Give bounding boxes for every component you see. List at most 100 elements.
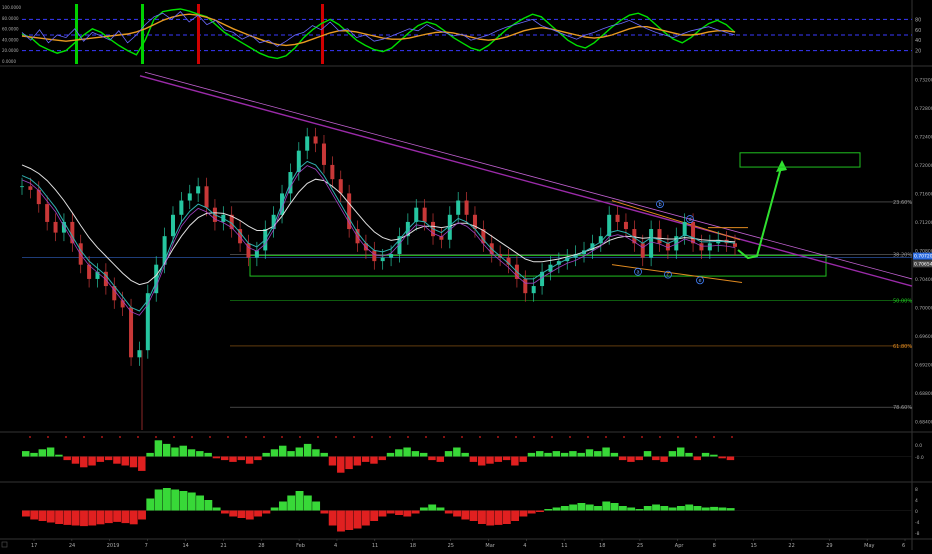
hist2-bar xyxy=(361,510,370,526)
hist1-bar xyxy=(370,456,378,464)
candle-body xyxy=(422,207,427,222)
candle-body xyxy=(657,229,662,244)
fib-level-label: 23.60% xyxy=(893,200,912,206)
hist1-bar xyxy=(660,456,668,462)
hist1-bar xyxy=(287,451,295,457)
candle-body xyxy=(20,186,24,188)
x-tick-label: 18 xyxy=(599,543,605,549)
hist2-bar xyxy=(461,510,470,520)
hist2-bar xyxy=(63,510,72,525)
hist2-bar xyxy=(113,510,122,522)
hist2-bar xyxy=(701,507,710,511)
candle-body xyxy=(682,221,687,237)
hist2-bar xyxy=(428,504,437,511)
hist2-bar xyxy=(486,510,495,526)
hist1-dot xyxy=(641,436,643,438)
hist1-dot xyxy=(191,436,193,438)
hist1-dot xyxy=(119,436,121,438)
hist1-bar xyxy=(461,452,469,457)
hist1-dot xyxy=(389,436,391,438)
hist1-bar xyxy=(320,452,328,457)
hist1-bar xyxy=(162,443,171,457)
hist1-dot xyxy=(371,436,373,438)
hist2-bar xyxy=(254,510,263,517)
hist1-bar xyxy=(569,451,577,457)
price-tick-label: 0.72800 xyxy=(915,106,932,112)
hist1-dot xyxy=(551,436,553,438)
hist1-dot xyxy=(263,436,265,438)
hist2-bar xyxy=(370,510,379,521)
hist1-bar xyxy=(279,445,287,457)
candle-body xyxy=(456,200,461,215)
hist1-bar xyxy=(477,456,486,466)
hist2-bar xyxy=(279,501,287,511)
hist1-dot xyxy=(209,436,211,438)
hist1-bar xyxy=(71,456,80,464)
wave-label: d xyxy=(689,217,692,223)
trading-chart[interactable]: 100.000080.000060.000040.000020.00000.00… xyxy=(0,0,932,550)
hist1-bar xyxy=(353,456,362,466)
hist1-dot xyxy=(335,436,337,438)
hist2-bar xyxy=(726,508,735,511)
price-tag: 0.70654 xyxy=(914,261,932,267)
candle-body xyxy=(733,243,737,247)
hist2-bar xyxy=(22,510,30,517)
price-tick-label: 0.70400 xyxy=(915,277,932,283)
hist1-dot xyxy=(731,436,733,438)
x-tick-label: May xyxy=(864,543,874,549)
hist1-bar xyxy=(668,451,677,457)
candle-body xyxy=(305,136,310,151)
hist2-bar xyxy=(552,507,561,511)
osc-tick-label: 80.0000 xyxy=(2,16,19,21)
hist1-bar xyxy=(187,449,196,457)
hist1-bar xyxy=(345,456,353,470)
hist1-bar xyxy=(643,451,652,457)
hist2-bar xyxy=(436,507,445,511)
hist2-bar xyxy=(171,489,180,511)
x-tick-label: 21 xyxy=(220,543,226,549)
hist1-dot xyxy=(137,436,139,438)
x-tick-label: 6 xyxy=(902,543,905,549)
hist2-bar xyxy=(121,510,130,524)
osc-right-label: 40 xyxy=(915,38,921,44)
hist2-bar xyxy=(187,492,196,511)
hist1-bar xyxy=(237,456,246,461)
hist2-bar xyxy=(643,506,652,511)
wave-label: c xyxy=(667,272,670,278)
hist2-bar xyxy=(676,506,685,511)
price-tick-label: 0.72400 xyxy=(915,134,932,140)
hist1-bar xyxy=(585,449,594,457)
hist2-bar xyxy=(569,504,578,511)
candle-body xyxy=(45,204,50,222)
hist2-bar xyxy=(245,510,254,520)
hist2-bar xyxy=(220,510,229,514)
hist1-bar xyxy=(55,454,63,457)
hist1-dot xyxy=(659,436,661,438)
candle-body xyxy=(330,164,335,180)
hist1-bar xyxy=(726,456,735,461)
hist1-bar xyxy=(179,445,187,457)
hist1-dot xyxy=(227,436,229,438)
candle-body xyxy=(179,200,184,215)
hist1-dot xyxy=(317,436,319,438)
hist1-bar xyxy=(196,451,204,457)
hist2-bar xyxy=(262,510,271,514)
hist1-bar xyxy=(262,452,270,457)
hist1-bar xyxy=(88,456,96,466)
hist1-dot xyxy=(281,436,283,438)
candle-body xyxy=(691,221,696,244)
hist1-dot xyxy=(29,436,31,438)
hist1-bar xyxy=(494,456,503,462)
hist1-bar xyxy=(469,456,478,462)
hist2-bar xyxy=(229,510,238,517)
hist1-bar xyxy=(627,456,635,462)
hist2-bar xyxy=(652,504,660,511)
hist2-bar xyxy=(353,510,362,529)
candle-body xyxy=(372,250,377,262)
hist2-bar xyxy=(30,510,39,520)
hist1-bar xyxy=(544,452,552,457)
osc-tick-label: 40.0000 xyxy=(2,37,19,42)
hist2-bar xyxy=(337,510,345,532)
x-tick-label: 14 xyxy=(182,543,188,549)
hist2-bar xyxy=(154,489,163,511)
